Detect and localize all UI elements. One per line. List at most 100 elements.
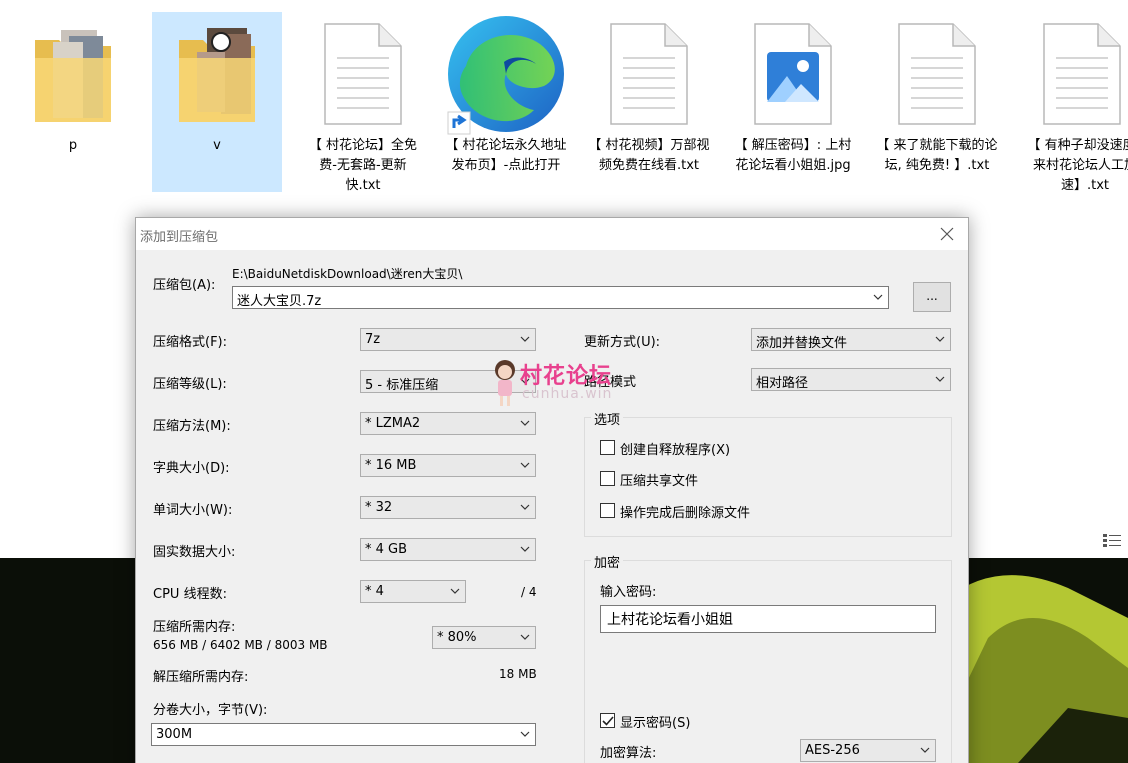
file-label: 【 来了就能下载的论坛, 纯免费! 】.txt <box>876 138 998 173</box>
archive-name-combo[interactable]: 迷人大宝贝.7z <box>232 286 889 309</box>
text-file-icon <box>609 22 689 130</box>
algo-label: 加密算法: <box>600 746 657 761</box>
show-password-label: 显示密码(S) <box>620 716 691 731</box>
folder-v[interactable]: v <box>152 12 282 192</box>
level-value: 5 - 标准压缩 <box>365 378 439 393</box>
close-icon[interactable] <box>936 224 958 244</box>
cpu-value: * 4 <box>365 584 384 599</box>
chevron-down-icon <box>520 420 530 426</box>
show-password-checkbox[interactable] <box>600 713 615 728</box>
text-file-1[interactable]: 【 村花论坛】全免费-无套路-更新快.txt <box>298 12 428 193</box>
edge-browser-icon <box>444 14 568 142</box>
solid-label: 固实数据大小: <box>153 545 236 560</box>
sfx-checkbox[interactable] <box>600 440 615 455</box>
cpu-label: CPU 线程数: <box>153 587 227 602</box>
image-file-icon <box>753 22 833 130</box>
chevron-down-icon <box>920 747 930 753</box>
password-value: 上村花论坛看小姐姐 <box>607 612 733 628</box>
image-file[interactable]: 【 解压密码】: 上村花论坛看小姐姐.jpg <box>728 12 858 192</box>
path-mode-value: 相对路径 <box>756 376 809 391</box>
level-label: 压缩等级(L): <box>153 377 227 392</box>
chevron-down-icon <box>873 294 883 300</box>
folder-label: v <box>213 138 221 153</box>
file-label: 【 村花视频】万部视频免费在线看.txt <box>588 138 710 173</box>
folder-p[interactable]: p <box>8 12 138 192</box>
watermark-url: cunhua.win <box>522 386 613 402</box>
format-value: 7z <box>365 332 381 347</box>
text-file-icon <box>323 22 403 130</box>
archive-name-value: 迷人大宝贝.7z <box>237 294 322 309</box>
delete-after-label: 操作完成后删除源文件 <box>620 506 751 521</box>
solid-value: * 4 GB <box>365 542 408 557</box>
chevron-down-icon <box>935 376 945 382</box>
shortcut-label: 【 村花论坛永久地址发布页】-点此打开 <box>445 138 567 173</box>
method-label: 压缩方法(M): <box>153 419 231 434</box>
update-select[interactable]: 添加并替换文件 <box>751 328 951 351</box>
update-value: 添加并替换文件 <box>756 336 848 351</box>
method-select[interactable]: * LZMA2 <box>360 412 536 435</box>
checkmark-icon <box>602 716 614 726</box>
chevron-down-icon <box>520 731 530 737</box>
edge-shortcut[interactable]: 【 村花论坛永久地址发布页】-点此打开 <box>441 12 571 192</box>
shared-files-checkbox[interactable] <box>600 471 615 486</box>
method-value: * LZMA2 <box>365 416 421 431</box>
path-mode-select[interactable]: 相对路径 <box>751 368 951 391</box>
text-file-icon <box>1042 22 1122 130</box>
chevron-down-icon <box>520 546 530 552</box>
password-label: 输入密码: <box>600 585 657 600</box>
word-label: 单词大小(W): <box>153 503 233 518</box>
text-file-3[interactable]: 【 来了就能下载的论坛, 纯免费! 】.txt <box>872 12 1002 192</box>
text-file-4[interactable]: 【 有种子却没速度? 来村花论坛人工加速】.txt <box>1016 12 1128 192</box>
format-select[interactable]: 7z <box>360 328 536 351</box>
browse-button[interactable]: ... <box>913 282 951 312</box>
memory-label: 压缩所需内存: <box>153 620 236 635</box>
decomp-memory-label: 解压缩所需内存: <box>153 670 249 685</box>
solid-select[interactable]: * 4 GB <box>360 538 536 561</box>
chevron-down-icon <box>520 462 530 468</box>
split-value: 300M <box>156 727 193 742</box>
sfx-label: 创建自释放程序(X) <box>620 443 731 458</box>
shared-files-label: 压缩共享文件 <box>620 474 699 489</box>
chevron-down-icon <box>520 634 530 640</box>
archive-label: 压缩包(A): <box>153 278 216 293</box>
folder-icon <box>177 22 257 130</box>
list-view-icon[interactable] <box>1101 532 1123 550</box>
decomp-memory-value: 18 MB <box>499 667 537 681</box>
archive-path: E:\BaiduNetdiskDownload\迷ren大宝贝\ <box>232 267 463 281</box>
cartoon-girl-icon <box>495 360 515 406</box>
file-label: 【 村花论坛】全免费-无套路-更新快.txt <box>308 138 418 193</box>
text-file-2[interactable]: 【 村花视频】万部视频免费在线看.txt <box>584 12 714 192</box>
watermark: 村花论坛 cunhua.win <box>490 358 650 408</box>
dialog-title: 添加到压缩包 <box>140 230 219 245</box>
update-label: 更新方式(U): <box>584 335 661 350</box>
memory-value: * 80% <box>437 630 477 645</box>
memory-detail: 656 MB / 6402 MB / 8003 MB <box>153 638 328 652</box>
text-file-icon <box>897 22 977 130</box>
chevron-down-icon <box>520 336 530 342</box>
split-combo[interactable]: 300M <box>151 723 536 746</box>
folder-label: p <box>68 138 78 153</box>
add-to-archive-dialog: 添加到压缩包 压缩包(A): E:\BaiduNetdiskDownload\迷… <box>135 217 969 763</box>
chevron-down-icon <box>935 336 945 342</box>
dialog-titlebar: 添加到压缩包 <box>136 218 968 250</box>
word-select[interactable]: * 32 <box>360 496 536 519</box>
cpu-select[interactable]: * 4 <box>360 580 466 603</box>
file-label: 【 解压密码】: 上村花论坛看小姐姐.jpg <box>734 138 852 173</box>
cpu-max: / 4 <box>521 585 537 599</box>
chevron-down-icon <box>520 504 530 510</box>
folder-icon <box>33 22 113 130</box>
dict-value: * 16 MB <box>365 458 417 473</box>
dict-label: 字典大小(D): <box>153 461 230 476</box>
dict-select[interactable]: * 16 MB <box>360 454 536 477</box>
file-label: 【 有种子却没速度? 来村花论坛人工加速】.txt <box>1027 138 1128 192</box>
delete-after-checkbox[interactable] <box>600 503 615 518</box>
word-value: * 32 <box>365 500 393 515</box>
chevron-down-icon <box>450 588 460 594</box>
options-title: 选项 <box>591 409 624 428</box>
encryption-title: 加密 <box>591 552 624 571</box>
algo-value: AES-256 <box>805 743 860 758</box>
password-input[interactable]: 上村花论坛看小姐姐 <box>600 605 936 633</box>
memory-select[interactable]: * 80% <box>432 626 536 649</box>
algo-select[interactable]: AES-256 <box>800 739 936 762</box>
split-label: 分卷大小，字节(V): <box>153 703 268 718</box>
